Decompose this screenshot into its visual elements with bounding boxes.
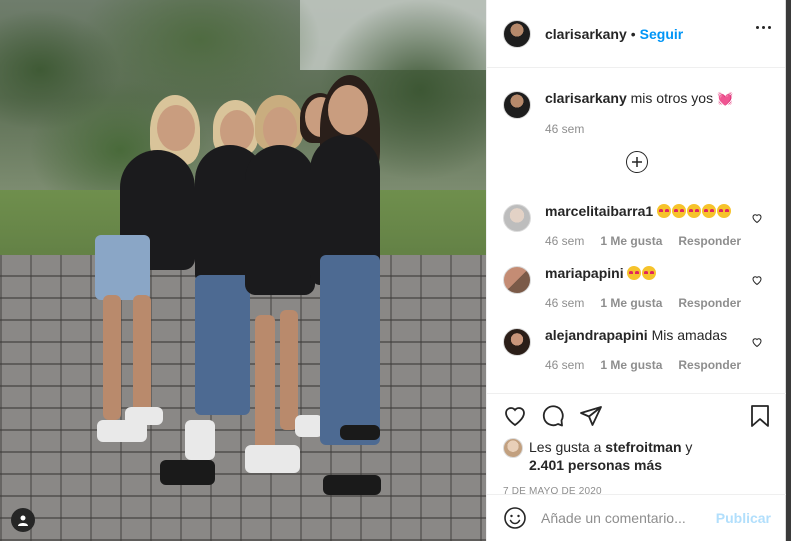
emoji-group [627, 265, 657, 281]
reply-button[interactable]: Responder [678, 294, 741, 312]
like-heart-icon[interactable] [503, 404, 527, 428]
photo-group [95, 75, 395, 495]
caption-text: mis otros yos [630, 90, 714, 106]
reply-button[interactable]: Responder [678, 356, 741, 374]
caption-time[interactable]: 46 sem [545, 120, 584, 138]
emoji-picker-icon[interactable] [503, 506, 527, 530]
comment-likes[interactable]: 1 Me gusta [600, 356, 662, 374]
caption-avatar[interactable] [503, 91, 531, 119]
like-comment-heart-icon[interactable] [751, 336, 763, 348]
comment-likes[interactable]: 1 Me gusta [600, 294, 662, 312]
likes-count[interactable]: 2.401 personas más [529, 457, 662, 473]
comment-username[interactable]: mariapapini [545, 265, 624, 281]
like-comment-heart-icon[interactable] [751, 212, 763, 224]
comment-username[interactable]: alejandrapapini [545, 327, 648, 343]
caption: clarisarkany mis otros yos 💓 46 sem [503, 89, 771, 138]
commenter-avatar[interactable] [503, 204, 531, 232]
publish-button[interactable]: Publicar [716, 510, 771, 526]
post-actions: Les gusta a stefroitman y 2.401 personas… [487, 393, 787, 497]
post-header: clarisarkany • Seguir [487, 0, 785, 68]
post-side-panel: clarisarkany • Seguir clarisarkany mis o… [486, 0, 787, 541]
like-comment-heart-icon[interactable] [751, 274, 763, 286]
liker-avatar[interactable] [503, 438, 523, 458]
commenter-avatar[interactable] [503, 328, 531, 356]
comment-likes[interactable]: 1 Me gusta [600, 232, 662, 250]
comment-icon[interactable] [541, 404, 565, 428]
liker-username[interactable]: stefroitman [605, 439, 681, 455]
commenter-avatar[interactable] [503, 266, 531, 294]
tagged-users-button[interactable] [11, 508, 35, 532]
load-more-comments-button[interactable] [626, 151, 648, 173]
share-icon[interactable] [579, 404, 603, 428]
add-comment-bar: Añade un comentario... Publicar [487, 494, 787, 541]
background-edge [786, 0, 791, 541]
likes-prefix: Les gusta a [529, 439, 602, 455]
comment-input[interactable]: Añade un comentario... [541, 510, 716, 526]
user-icon [18, 515, 28, 526]
bookmark-icon[interactable] [749, 404, 771, 428]
comment-time[interactable]: 46 sem [545, 294, 584, 312]
comments-section: clarisarkany mis otros yos 💓 46 sem marc… [487, 69, 787, 393]
likes-joiner: y [685, 439, 693, 455]
comment-time[interactable]: 46 sem [545, 232, 584, 250]
comment-username[interactable]: marcelitaibarra1 [545, 203, 653, 219]
more-options-icon[interactable] [756, 26, 771, 29]
comment-item: alejandrapapini Mis amadas 46 sem 1 Me g… [503, 326, 771, 374]
heart-icon: 💓 [716, 91, 734, 106]
separator-dot: • [630, 25, 636, 42]
reply-button[interactable]: Responder [678, 232, 741, 250]
author-username[interactable]: clarisarkany [545, 26, 627, 42]
comment-item: marcelitaibarra1 46 sem 1 Me gusta Respo… [503, 202, 771, 250]
follow-button[interactable]: Seguir [640, 26, 684, 42]
comment-time[interactable]: 46 sem [545, 356, 584, 374]
plus-icon [632, 157, 642, 167]
caption-username[interactable]: clarisarkany [545, 90, 627, 106]
likes-summary: Les gusta a stefroitman y 2.401 personas… [503, 438, 771, 474]
emoji-group [657, 203, 732, 219]
comment-text: Mis amadas [651, 327, 728, 343]
author-avatar[interactable] [503, 19, 531, 48]
comment-item: mariapapini 46 sem 1 Me gusta Responder [503, 264, 771, 312]
post-photo[interactable] [0, 0, 486, 541]
